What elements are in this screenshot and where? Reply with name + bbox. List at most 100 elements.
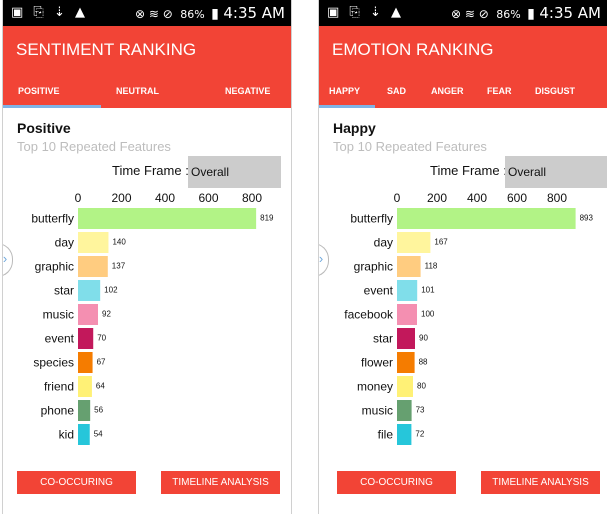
category-label: graphic bbox=[354, 260, 393, 274]
tab-disgust[interactable]: DISGUST bbox=[535, 86, 575, 96]
status-bar: ▣ ⎘ ⇣ ▲ ⊗ ≋ ⊘ 86% ▮ 4:35 AM bbox=[3, 0, 291, 26]
category-label: kid bbox=[59, 428, 74, 442]
tab-bar: HAPPY SAD ANGER FEAR DISGUST bbox=[319, 76, 607, 108]
time-frame-select[interactable]: Overall bbox=[188, 156, 281, 188]
value-label: 893 bbox=[580, 214, 594, 223]
bar[interactable] bbox=[397, 328, 415, 349]
status-icons: ⊗ ≋ ⊘ bbox=[135, 7, 173, 21]
category-label: flower bbox=[361, 356, 393, 370]
system-status: ⊗ ≋ ⊘ 86% ▮ 4:35 AM bbox=[135, 4, 285, 22]
tab-fear[interactable]: FEAR bbox=[487, 86, 512, 96]
tab-bar: POSITIVE NEUTRAL NEGATIVE bbox=[3, 76, 291, 108]
bar-chart: 0 200 400 600 800 butterfly 893 day 167 graphic 11… bbox=[344, 191, 594, 445]
category-label: butterfly bbox=[350, 212, 393, 226]
category-label: money bbox=[357, 380, 393, 394]
bar[interactable] bbox=[397, 256, 421, 277]
value-label: 70 bbox=[97, 334, 106, 343]
x-tick-label: 600 bbox=[507, 191, 527, 205]
value-label: 92 bbox=[102, 310, 111, 319]
category-label: file bbox=[378, 428, 394, 442]
emotion-ranking-screen: ▣ ⎘ ⇣ ▲ ⊗ ≋ ⊘ 86% ▮ 4:35 AM EMOTION RANK… bbox=[318, 0, 607, 514]
x-tick-label: 800 bbox=[242, 191, 262, 205]
chevron-right-icon: › bbox=[318, 251, 324, 266]
value-label: 67 bbox=[97, 358, 106, 367]
category-label: species bbox=[33, 356, 74, 370]
notification-icons: ▣ ⎘ ⇣ ▲ bbox=[327, 5, 404, 20]
tab-negative[interactable]: NEGATIVE bbox=[225, 86, 270, 96]
x-tick-label: 400 bbox=[155, 191, 175, 205]
value-label: 167 bbox=[434, 238, 448, 247]
value-label: 88 bbox=[419, 358, 428, 367]
category-label: event bbox=[45, 332, 75, 346]
section-subtitle: Top 10 Repeated Features bbox=[17, 139, 171, 154]
time-frame-label: Time Frame : bbox=[430, 163, 507, 178]
app-title: EMOTION RANKING bbox=[332, 40, 494, 59]
value-label: 72 bbox=[415, 430, 424, 439]
tab-happy[interactable]: HAPPY bbox=[329, 86, 360, 96]
category-label: event bbox=[364, 284, 394, 298]
bar[interactable] bbox=[78, 304, 99, 325]
system-status: ⊗ ≋ ⊘ 86% ▮ 4:35 AM bbox=[451, 4, 601, 22]
time-frame-select[interactable]: Overall bbox=[505, 156, 607, 188]
bar[interactable] bbox=[397, 352, 415, 373]
battery-level: 86% bbox=[180, 8, 205, 21]
category-label: phone bbox=[41, 404, 75, 418]
bar[interactable] bbox=[397, 424, 412, 445]
main-content: Happy Top 10 Repeated Features Time Fram… bbox=[319, 108, 607, 514]
value-label: 64 bbox=[96, 382, 105, 391]
bar[interactable] bbox=[78, 232, 109, 253]
value-label: 80 bbox=[417, 382, 426, 391]
bar[interactable] bbox=[78, 328, 94, 349]
category-label: day bbox=[55, 236, 74, 250]
bar[interactable] bbox=[78, 256, 108, 277]
bar[interactable] bbox=[397, 232, 431, 253]
value-label: 73 bbox=[416, 406, 425, 415]
ranking-chart: 0 200 400 600 800 butterfly 893 day 167 graphic 11… bbox=[319, 188, 607, 453]
bar[interactable] bbox=[397, 208, 576, 229]
value-label: 140 bbox=[112, 238, 126, 247]
bar[interactable] bbox=[78, 376, 92, 397]
co-occuring-button[interactable]: CO-OCCURING bbox=[337, 471, 456, 494]
ranking-chart: 0 200 400 600 800 butterfly 819 day 140 graphic 13… bbox=[3, 188, 291, 453]
category-label: graphic bbox=[35, 260, 74, 274]
value-label: 101 bbox=[421, 286, 435, 295]
chevron-right-icon: › bbox=[2, 251, 8, 266]
bar[interactable] bbox=[397, 400, 412, 421]
timeline-analysis-button[interactable]: TIMELINE ANALYSIS bbox=[161, 471, 280, 494]
value-label: 118 bbox=[425, 262, 438, 271]
value-label: 100 bbox=[421, 310, 435, 319]
timeline-analysis-button[interactable]: TIMELINE ANALYSIS bbox=[481, 471, 600, 494]
battery-icon: ▮ bbox=[527, 6, 535, 22]
category-label: music bbox=[362, 404, 393, 418]
bar[interactable] bbox=[78, 280, 101, 301]
clock: 4:35 AM bbox=[223, 4, 285, 22]
bar[interactable] bbox=[78, 424, 90, 445]
bar[interactable] bbox=[397, 304, 417, 325]
tab-anger[interactable]: ANGER bbox=[431, 86, 464, 96]
value-label: 819 bbox=[260, 214, 274, 223]
co-occuring-button[interactable]: CO-OCCURING bbox=[17, 471, 136, 494]
bar[interactable] bbox=[78, 208, 257, 229]
status-bar: ▣ ⎘ ⇣ ▲ ⊗ ≋ ⊘ 86% ▮ 4:35 AM bbox=[319, 0, 607, 26]
notification-icons: ▣ ⎘ ⇣ ▲ bbox=[11, 5, 88, 20]
category-label: friend bbox=[44, 380, 74, 394]
clock: 4:35 AM bbox=[539, 4, 601, 22]
value-label: 137 bbox=[112, 262, 126, 271]
time-frame-value: Overall bbox=[508, 165, 547, 179]
section-subtitle: Top 10 Repeated Features bbox=[333, 139, 487, 154]
tab-positive[interactable]: POSITIVE bbox=[18, 86, 60, 96]
bar[interactable] bbox=[78, 400, 91, 421]
x-tick-label: 200 bbox=[111, 191, 131, 205]
category-label: star bbox=[54, 284, 74, 298]
bar[interactable] bbox=[78, 352, 93, 373]
x-tick-label: 400 bbox=[467, 191, 487, 205]
tab-neutral[interactable]: NEUTRAL bbox=[116, 86, 159, 96]
bar[interactable] bbox=[397, 280, 418, 301]
category-label: butterfly bbox=[31, 212, 74, 226]
section-title: Positive bbox=[17, 120, 71, 136]
bar[interactable] bbox=[397, 376, 413, 397]
bar-chart: 0 200 400 600 800 butterfly 819 day 140 graphic 13… bbox=[31, 191, 274, 445]
time-frame-value: Overall bbox=[191, 165, 230, 179]
tab-sad[interactable]: SAD bbox=[387, 86, 406, 96]
value-label: 54 bbox=[94, 430, 103, 439]
